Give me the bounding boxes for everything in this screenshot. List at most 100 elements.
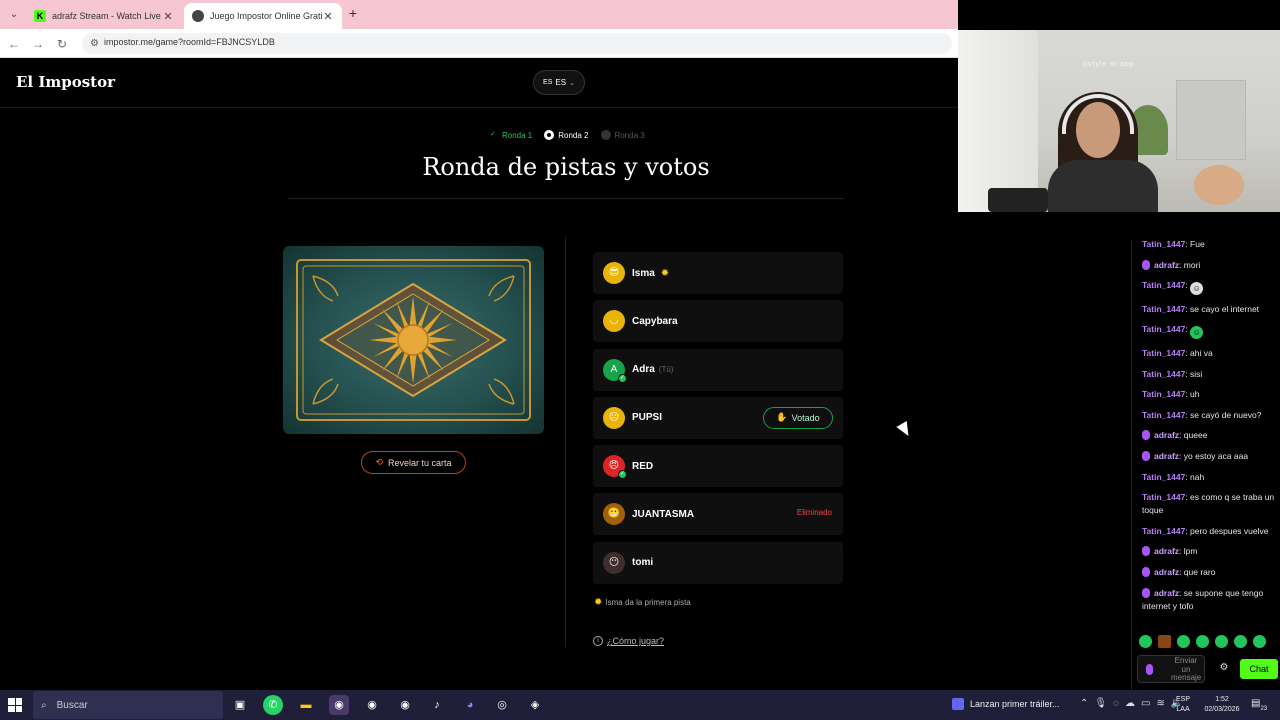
- mic-badge-icon: [1142, 259, 1150, 270]
- close-icon[interactable]: ✕: [162, 10, 174, 23]
- chat-username[interactable]: adrafz: [1154, 451, 1179, 461]
- reveal-card-button[interactable]: ⟲ Revelar tu carta: [361, 451, 466, 474]
- current-step-icon: [544, 130, 555, 140]
- brand-logo[interactable]: El Impostor: [16, 73, 115, 91]
- chat-text: nah: [1190, 471, 1205, 482]
- chat-username[interactable]: Tatin_1447: [1142, 239, 1185, 249]
- chat-send-button[interactable]: Chat: [1240, 659, 1278, 679]
- back-icon[interactable]: ←: [6, 36, 22, 52]
- emote-icon[interactable]: [1177, 635, 1190, 648]
- new-tab-icon[interactable]: +: [346, 6, 360, 20]
- app-icon[interactable]: ◈: [525, 695, 545, 715]
- app-tray-icon[interactable]: ◌: [1113, 698, 1119, 709]
- chat-messages: Tatin_1447: Fue adrafz: mori Tatin_1447:…: [1137, 238, 1277, 620]
- chat-username[interactable]: Tatin_1447: [1142, 526, 1185, 536]
- tiktok-icon[interactable]: ♪: [427, 695, 447, 715]
- emote-icon[interactable]: [1253, 635, 1266, 648]
- chrome-icon[interactable]: ◉: [362, 695, 382, 715]
- chat-username[interactable]: Tatin_1447: [1142, 324, 1185, 334]
- clock-time: 1:52: [1215, 696, 1229, 703]
- emote-icon[interactable]: [1139, 635, 1152, 648]
- chat-username[interactable]: Tatin_1447: [1142, 280, 1185, 290]
- input-language[interactable]: ESP LAA: [1176, 695, 1190, 715]
- player-row-juantasma[interactable]: 😬 JUANTASMA Eliminado: [593, 493, 843, 536]
- chat-username[interactable]: Tatin_1447: [1142, 492, 1185, 502]
- eliminated-badge: Eliminado: [796, 508, 832, 518]
- gear-icon[interactable]: ⚙: [1218, 662, 1230, 674]
- avatar: 😶: [603, 551, 625, 574]
- chat-message: adrafz: se supone que tengo internet y t…: [1142, 587, 1264, 611]
- player-row-capybara[interactable]: ◡ Capybara: [593, 300, 843, 343]
- url-field[interactable]: ⚙ impostor.me/game?roomId=FBJNCSYLDB: [82, 33, 952, 54]
- column-divider: [565, 237, 566, 647]
- player-row-adra[interactable]: A ✓ Adra (Tú): [593, 348, 843, 391]
- first-clue-hint: ✹ Isma da la primera pista: [594, 597, 691, 608]
- site-info-icon[interactable]: ⚙: [88, 37, 101, 50]
- chrome-profile-icon[interactable]: ◉: [395, 695, 415, 715]
- chat-username[interactable]: Tatin_1447: [1142, 348, 1185, 358]
- task-view-icon[interactable]: ▣: [230, 695, 250, 715]
- chat-username[interactable]: Tatin_1447: [1142, 369, 1185, 379]
- voted-button[interactable]: ✋ Votado: [763, 406, 833, 429]
- file-explorer-icon[interactable]: ▬: [296, 695, 316, 715]
- avatar: 😎: [603, 262, 625, 284]
- taskbar-search[interactable]: ⌕ Buscar: [33, 691, 223, 719]
- chat-input[interactable]: Enviar un mensaje: [1137, 655, 1205, 683]
- tab-search-icon[interactable]: ⌄: [6, 7, 22, 23]
- chat-text: que raro: [1183, 566, 1216, 577]
- emote-icon[interactable]: [1215, 635, 1228, 648]
- forward-icon[interactable]: →: [30, 36, 46, 52]
- chat-username[interactable]: Tatin_1447: [1142, 410, 1185, 420]
- tab-kick-stream[interactable]: K adrafz Stream - Watch Live on K ✕: [26, 3, 182, 29]
- obs-icon[interactable]: ◎: [492, 695, 512, 715]
- chat-message: Tatin_1447: sisi: [1142, 368, 1203, 379]
- whatsapp-icon[interactable]: ✆: [263, 695, 283, 715]
- chat-username[interactable]: adrafz: [1154, 546, 1179, 556]
- chrome-active-icon[interactable]: ◉: [329, 695, 349, 715]
- language-code: ES: [555, 78, 567, 87]
- wifi-icon[interactable]: ≋: [1157, 698, 1165, 709]
- chevron-up-icon[interactable]: ⌃: [1080, 698, 1088, 709]
- round-step-label: Ronda 2: [558, 130, 589, 140]
- secret-card[interactable]: [283, 246, 544, 434]
- player-row-pupsi[interactable]: 😐 PUPSI ✋ Votado: [593, 396, 843, 439]
- sun-icon: ✹: [594, 597, 603, 608]
- taskbar-clock[interactable]: 1:52 02/03/2026: [1200, 695, 1244, 715]
- chat-message: adrafz: queee: [1137, 429, 1277, 442]
- notification-count: 23: [1260, 706, 1268, 712]
- info-icon: i: [593, 636, 603, 646]
- battery-icon[interactable]: ▭: [1141, 698, 1150, 709]
- emote-quick-bar: [1139, 635, 1269, 649]
- chat-username[interactable]: Tatin_1447: [1142, 472, 1185, 482]
- mic-badge-icon: [1142, 587, 1150, 598]
- player-row-isma[interactable]: 😎 Isma ✹: [593, 252, 843, 294]
- chat-username[interactable]: Tatin_1447: [1142, 389, 1185, 399]
- player-row-red[interactable]: 😠 ✓ RED: [593, 445, 843, 488]
- chat-username[interactable]: adrafz: [1154, 588, 1179, 598]
- voted-label: Votado: [791, 412, 820, 423]
- emote-icon[interactable]: [1196, 635, 1209, 648]
- discord-icon[interactable]: ◕: [460, 695, 480, 715]
- reload-icon[interactable]: ↻: [54, 36, 70, 52]
- emote-icon[interactable]: [1234, 635, 1247, 648]
- chat-username[interactable]: adrafz: [1154, 567, 1179, 577]
- microphone-icon[interactable]: 🎙: [1094, 698, 1107, 709]
- notification-center[interactable]: ▤23: [1251, 698, 1267, 712]
- round-step-label: Ronda 1: [502, 130, 533, 140]
- windows-taskbar: ⌕ Buscar ▣ ✆ ▬ ◉ ◉ ◉ ♪ ◕ ◎ ◈ Lanzan prim…: [0, 690, 1280, 720]
- chat-text: se cayó de nuevo?: [1190, 409, 1262, 420]
- tab-impostor-game[interactable]: Juego Impostor Online Gratis ✕: [184, 3, 342, 29]
- chat-text: ahi va: [1190, 347, 1213, 358]
- close-icon[interactable]: ✕: [322, 10, 334, 23]
- player-row-tomi[interactable]: 😶 tomi: [593, 541, 843, 584]
- windows-start-icon[interactable]: [8, 698, 22, 712]
- chat-username[interactable]: Tatin_1447: [1142, 304, 1185, 314]
- chat-border: [1131, 240, 1132, 690]
- cloud-icon[interactable]: ☁: [1125, 698, 1135, 709]
- language-selector[interactable]: ES ES ⌄: [533, 70, 585, 95]
- chat-username[interactable]: adrafz: [1154, 430, 1179, 440]
- emote-icon[interactable]: [1158, 635, 1171, 648]
- chat-username[interactable]: adrafz: [1154, 260, 1179, 270]
- how-to-play-link[interactable]: i ¿Cómo jugar?: [593, 636, 664, 646]
- taskbar-news-widget[interactable]: Lanzan primer tráiler...: [952, 698, 1060, 710]
